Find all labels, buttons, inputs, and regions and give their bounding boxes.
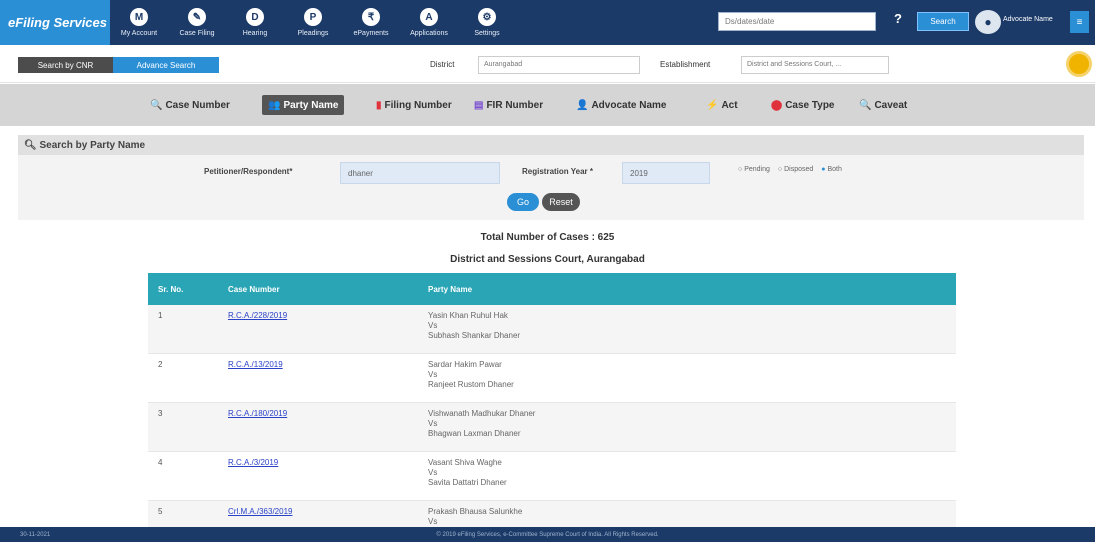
- party-name-input[interactable]: dhaner: [340, 162, 500, 184]
- table-row: 2 R.C.A./13/2019 Sardar Hakim Pawar Vs Ran…: [148, 354, 956, 403]
- advance-search-button[interactable]: Advance Search: [113, 57, 219, 73]
- brand-logo[interactable]: eFiling Services: [0, 0, 110, 45]
- district-label: District: [430, 60, 455, 69]
- respondent: Ranjeet Rustom Dhaner: [428, 380, 514, 389]
- pencil-icon: ✎: [188, 8, 206, 26]
- petitioner: Vasant Shiva Waghe: [428, 458, 502, 467]
- go-button[interactable]: Go: [507, 193, 539, 211]
- top-navbar: eFiling Services M My Account ✎ Case Filin…: [0, 0, 1095, 45]
- versus: Vs: [428, 468, 438, 477]
- coin-icon[interactable]: [1066, 51, 1092, 77]
- versus: Vs: [428, 419, 438, 428]
- tab-party-name[interactable]: 👥 Party Name: [262, 95, 345, 115]
- case-number-link[interactable]: R.C.A./180/2019: [228, 409, 287, 418]
- sr-no: 3: [158, 409, 163, 418]
- search-form: Petitioner/Respondent* dhaner Registrati…: [18, 155, 1084, 220]
- search-by-cnr-button[interactable]: Search by CNR: [18, 57, 113, 73]
- hearing-icon: D: [246, 8, 264, 26]
- petitioner: Yasin Khan Ruhul Hak: [428, 311, 508, 320]
- nav-epayments[interactable]: ₹ ePayments: [342, 0, 400, 45]
- table-row: 1 R.C.A./228/2019 Yasin Khan Ruhul Hak Vs…: [148, 305, 956, 354]
- sr-no: 4: [158, 458, 163, 467]
- column-sr-no: Sr. No.: [158, 284, 184, 294]
- tab-fir-number[interactable]: ▤ FIR Number: [474, 95, 543, 115]
- case-number-link[interactable]: Crl.M.A./363/2019: [228, 507, 292, 516]
- registration-year-input[interactable]: 2019: [622, 162, 710, 184]
- search-mode-bar: Search by CNR Advance Search District Au…: [0, 45, 1095, 83]
- respondent: Savita Dattatri Dhaner: [428, 478, 507, 487]
- nav-case-filing[interactable]: ✎ Case Filing: [168, 0, 226, 45]
- case-number-link[interactable]: R.C.A./228/2019: [228, 311, 287, 320]
- user-avatar[interactable]: ●: [975, 10, 1001, 34]
- establishment-select[interactable]: District and Sessions Court, ...: [741, 56, 889, 74]
- gear-icon: ⚙: [478, 8, 496, 26]
- sr-no: 2: [158, 360, 163, 369]
- respondent: Bhagwan Laxman Dhaner: [428, 429, 521, 438]
- footer: 30-11-2021 © 2019 eFiling Services, e-Co…: [0, 527, 1095, 542]
- results-table: Sr. No. Case Number Party Name 1 R.C.A./…: [148, 273, 956, 542]
- court-name: District and Sessions Court, Aurangabad: [450, 254, 645, 265]
- nav-hearing[interactable]: D Hearing: [226, 0, 284, 45]
- search-icon: 🔍︎: [24, 140, 40, 151]
- petitioner: Vishwanath Madhukar Dhaner: [428, 409, 536, 418]
- case-status-radio-group: ○ Pending ○ Disposed ● Both: [738, 166, 842, 173]
- total-cases: Total Number of Cases : 625: [480, 232, 615, 243]
- versus: Vs: [428, 517, 438, 526]
- menu-icon[interactable]: ≡: [1070, 11, 1089, 33]
- table-header: Sr. No. Case Number Party Name: [148, 273, 956, 305]
- tab-act[interactable]: ⚡ Act: [706, 95, 738, 115]
- radio-disposed[interactable]: ○ Disposed: [778, 166, 813, 173]
- applications-icon: A: [420, 8, 438, 26]
- search-icon: 🔍: [150, 99, 163, 111]
- sr-no: 1: [158, 311, 163, 320]
- pleadings-icon: P: [304, 8, 322, 26]
- tab-case-type[interactable]: ⬤ Case Type: [771, 95, 835, 115]
- column-case-number: Case Number: [228, 284, 280, 294]
- file-icon: ▮: [376, 99, 382, 111]
- case-number-link[interactable]: R.C.A./3/2019: [228, 458, 278, 467]
- party-name-label: Petitioner/Respondent*: [204, 167, 293, 176]
- account-icon: M: [130, 8, 148, 26]
- versus: Vs: [428, 370, 438, 379]
- establishment-label: Establishment: [660, 60, 711, 69]
- reset-button[interactable]: Reset: [542, 193, 580, 211]
- case-number-link[interactable]: R.C.A./13/2019: [228, 360, 283, 369]
- tab-case-number[interactable]: 🔍 Case Number: [150, 95, 230, 115]
- search-icon: 🔍: [859, 99, 872, 111]
- tab-filing-number[interactable]: ▮ Filing Number: [376, 95, 452, 115]
- main-nav: M My Account ✎ Case Filing D Hearing P Plead…: [110, 0, 516, 45]
- district-select[interactable]: Aurangabad: [478, 56, 640, 74]
- petitioner: Sardar Hakim Pawar: [428, 360, 502, 369]
- nav-my-account[interactable]: M My Account: [110, 0, 168, 45]
- tab-advocate-name[interactable]: 👤 Advocate Name: [576, 95, 666, 115]
- table-row: 4 R.C.A./3/2019 Vasant Shiva Waghe Vs Savi…: [148, 452, 956, 501]
- respondent: Subhash Shankar Dhaner: [428, 331, 521, 340]
- table-body: 1 R.C.A./228/2019 Yasin Khan Ruhul Hak Vs…: [148, 305, 956, 542]
- user-icon: 👤: [576, 99, 589, 111]
- nav-settings[interactable]: ⚙ Settings: [458, 0, 516, 45]
- gavel-icon: ⚡: [706, 99, 719, 111]
- footer-copyright: © 2019 eFiling Services, e-Committee Sup…: [436, 531, 659, 538]
- global-search-input[interactable]: Ds/dates/date: [718, 12, 876, 31]
- radio-pending[interactable]: ○ Pending: [738, 166, 770, 173]
- table-row: 3 R.C.A./180/2019 Vishwanath Madhukar Dh…: [148, 403, 956, 452]
- users-icon: 👥: [268, 99, 281, 111]
- column-party-name: Party Name: [428, 284, 473, 294]
- payment-icon: ₹: [362, 8, 380, 26]
- document-icon: ▤: [474, 99, 484, 111]
- versus: Vs: [428, 321, 438, 330]
- petitioner: Prakash Bhausa Salunkhe: [428, 507, 523, 516]
- panel-title: 🔍︎ Search by Party Name: [18, 135, 1084, 155]
- search-type-bar: 🔍 Case Number 👥 Party Name ▮ Filing Number …: [0, 84, 1095, 126]
- nav-pleadings[interactable]: P Pleadings: [284, 0, 342, 45]
- registration-year-label: Registration Year *: [522, 167, 593, 176]
- nav-applications[interactable]: A Applications: [400, 0, 458, 45]
- help-icon[interactable]: ?: [894, 11, 902, 26]
- case-type-icon: ⬤: [771, 99, 783, 111]
- tab-caveat[interactable]: 🔍 Caveat: [859, 95, 907, 115]
- username[interactable]: Advocate Name: [1003, 16, 1053, 23]
- radio-both[interactable]: ● Both: [821, 166, 842, 173]
- global-search-button[interactable]: Search: [917, 12, 969, 31]
